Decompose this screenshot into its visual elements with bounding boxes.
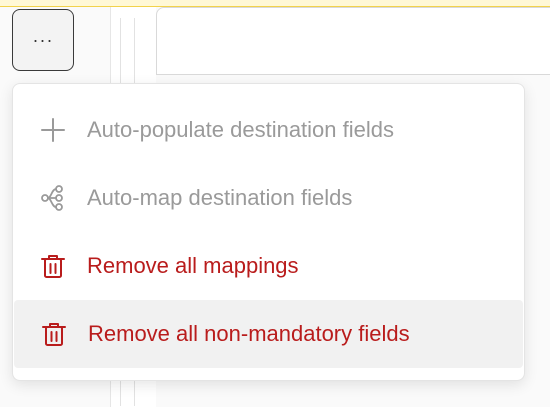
top-accent-bar (0, 0, 550, 7)
menu-item-label: Remove all non-mandatory fields (88, 321, 410, 346)
menu-item-auto-map[interactable]: Auto-map destination fields (13, 164, 524, 232)
header-field[interactable] (156, 7, 550, 75)
plus-icon (39, 116, 67, 144)
menu-item-label: Remove all mappings (87, 253, 299, 278)
more-options-button[interactable]: ··· (12, 9, 74, 71)
trash-icon (39, 252, 67, 280)
menu-item-remove-non-mandatory[interactable]: Remove all non-mandatory fields (14, 300, 523, 368)
branch-icon (39, 184, 67, 212)
actions-dropdown-menu: Auto-populate destination fields Auto-ma… (12, 83, 525, 381)
ellipsis-icon: ··· (32, 29, 54, 50)
menu-item-label: Auto-map destination fields (87, 185, 353, 210)
trash-icon (40, 320, 68, 348)
menu-item-remove-all-mappings[interactable]: Remove all mappings (13, 232, 524, 300)
menu-item-auto-populate[interactable]: Auto-populate destination fields (13, 96, 524, 164)
menu-item-label: Auto-populate destination fields (87, 117, 394, 142)
